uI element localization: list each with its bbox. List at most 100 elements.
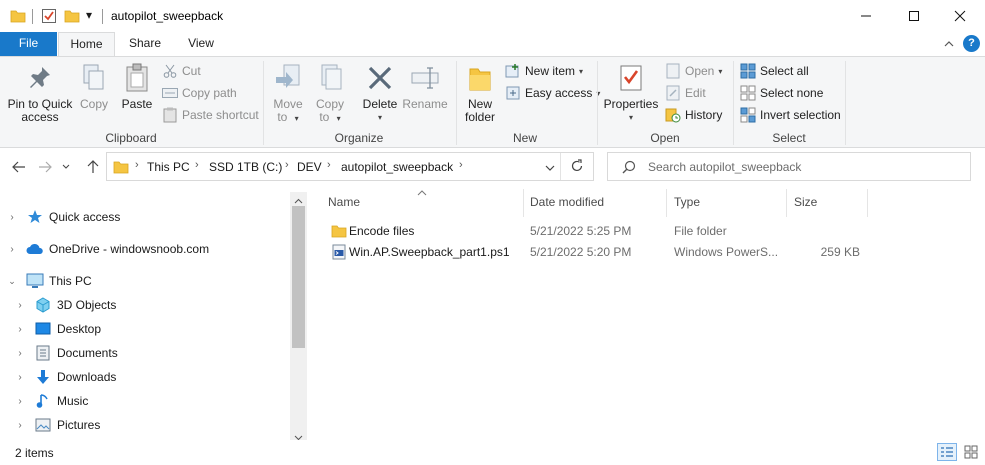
chevron-right-icon[interactable]: ›: [12, 300, 28, 311]
chevron-right-icon[interactable]: ›: [12, 324, 28, 335]
breadcrumb-dev[interactable]: DEV: [297, 160, 322, 174]
properties-button[interactable]: Properties ▾: [602, 61, 660, 124]
up-button[interactable]: [82, 157, 104, 177]
paste-shortcut-label: Paste shortcut: [182, 108, 259, 122]
pin-to-quick-access-button[interactable]: Pin to Quick access: [6, 61, 74, 124]
nav-item-desktop[interactable]: › Desktop: [12, 318, 101, 340]
column-divider[interactable]: [666, 189, 667, 217]
nav-item-music[interactable]: › Music: [12, 390, 88, 412]
breadcrumb-separator[interactable]: ›: [195, 159, 199, 171]
nav-item-this-pc[interactable]: ⌄ This PC: [4, 270, 92, 292]
breadcrumb-separator[interactable]: ›: [135, 159, 139, 171]
select-group-label: Select: [772, 131, 806, 145]
large-icons-view-button[interactable]: [961, 443, 981, 461]
tab-share[interactable]: Share: [117, 32, 173, 56]
refresh-button[interactable]: [570, 159, 584, 176]
breadcrumb-separator[interactable]: ›: [285, 159, 289, 171]
nav-item-documents[interactable]: › Documents: [12, 342, 118, 364]
caret-icon: ▾: [718, 66, 723, 76]
close-button[interactable]: [937, 0, 983, 32]
nav-item-downloads[interactable]: › Downloads: [12, 366, 116, 388]
breadcrumb-ssd[interactable]: SSD 1TB (C:): [209, 160, 282, 174]
easy-access-button[interactable]: Easy access ▾: [505, 83, 600, 103]
chevron-right-icon[interactable]: ›: [4, 244, 20, 255]
breadcrumb-this-pc[interactable]: This PC: [147, 160, 190, 174]
paste-button[interactable]: Paste: [118, 61, 156, 111]
column-header-size[interactable]: Size: [794, 195, 817, 209]
chevron-right-icon[interactable]: ›: [12, 396, 28, 407]
invert-selection-button[interactable]: Invert selection: [740, 105, 841, 125]
chevron-right-icon[interactable]: ›: [12, 348, 28, 359]
large-icons-view-icon: [964, 445, 978, 459]
status-bar: 2 items: [0, 440, 985, 465]
breadcrumb-separator[interactable]: ›: [459, 159, 463, 171]
file-row[interactable]: Win.AP.Sweepback_part1.ps1 5/21/2022 5:2…: [321, 241, 881, 263]
file-row[interactable]: Encode files 5/21/2022 5:25 PM File fold…: [321, 220, 881, 242]
column-header-date[interactable]: Date modified: [530, 195, 604, 209]
nav-scrollbar[interactable]: [290, 192, 307, 441]
refresh-icon: [571, 159, 583, 172]
open-button[interactable]: Open ▾: [665, 61, 722, 81]
recent-locations-button[interactable]: [58, 157, 74, 177]
collapse-ribbon-button[interactable]: [944, 38, 954, 52]
new-item-button[interactable]: New item ▾: [505, 61, 583, 81]
tab-file[interactable]: File: [0, 32, 57, 56]
nav-item-pictures[interactable]: › Pictures: [12, 414, 100, 436]
details-view-button[interactable]: [937, 443, 957, 461]
column-divider[interactable]: [867, 189, 868, 217]
select-none-label: Select none: [760, 86, 824, 100]
chevron-right-icon[interactable]: ›: [12, 420, 28, 431]
address-bar[interactable]: › This PC › SSD 1TB (C:) › DEV › autopil…: [106, 152, 594, 181]
copy-to-button[interactable]: Copy to ▾: [312, 61, 348, 125]
new-folder-icon[interactable]: [64, 8, 80, 27]
rename-button[interactable]: Rename: [402, 61, 448, 111]
nav-label: Downloads: [57, 370, 117, 384]
tab-home[interactable]: Home: [58, 32, 115, 57]
column-divider[interactable]: [786, 189, 787, 217]
tab-view[interactable]: View: [174, 32, 228, 56]
nav-item-quick-access[interactable]: › Quick access: [4, 206, 120, 228]
search-input[interactable]: Search autopilot_sweepback: [607, 152, 971, 181]
copy-button[interactable]: Copy: [76, 61, 112, 111]
minimize-button[interactable]: [843, 0, 889, 32]
nav-item-onedrive[interactable]: › OneDrive - windowsnoob.com: [4, 238, 209, 260]
document-icon: [34, 345, 52, 361]
new-folder-button[interactable]: New folder: [460, 61, 500, 124]
copy-to-sub: to: [319, 110, 330, 124]
select-none-button[interactable]: Select none: [740, 83, 823, 103]
column-divider[interactable]: [523, 189, 524, 217]
scrollbar-thumb[interactable]: [292, 206, 305, 348]
edit-button[interactable]: Edit: [665, 83, 706, 103]
music-icon: [34, 393, 52, 409]
delete-button[interactable]: Delete ▾: [360, 61, 400, 124]
new-group-label: New: [512, 131, 537, 145]
breadcrumb-separator[interactable]: ›: [327, 159, 331, 171]
back-button[interactable]: [8, 157, 30, 177]
help-icon[interactable]: ?: [963, 35, 980, 52]
chevron-up-icon: [944, 41, 954, 47]
chevron-down-icon[interactable]: ⌄: [4, 276, 20, 287]
new-item-label: New item: [525, 64, 576, 78]
history-button[interactable]: History: [665, 105, 722, 125]
select-all-button[interactable]: Select all: [740, 61, 809, 81]
title-separator: [102, 9, 103, 24]
cut-button[interactable]: Cut: [162, 61, 201, 81]
address-dropdown-button[interactable]: [545, 161, 555, 175]
copy-path-button[interactable]: Copy path: [162, 83, 237, 103]
details-view-icon: [941, 447, 953, 457]
forward-button[interactable]: [34, 157, 56, 177]
maximize-button[interactable]: [891, 0, 937, 32]
title-bar: ▾ autopilot_sweepback: [0, 0, 985, 32]
paste-shortcut-button[interactable]: Paste shortcut: [162, 105, 259, 125]
chevron-right-icon[interactable]: ›: [12, 372, 28, 383]
move-to-button[interactable]: Move to ▾: [270, 61, 306, 125]
column-header-type[interactable]: Type: [674, 195, 700, 209]
properties-label: Properties: [603, 97, 659, 111]
qat-dropdown[interactable]: ▾: [86, 8, 92, 22]
properties-icon[interactable]: [41, 8, 57, 27]
breadcrumb-autopilot[interactable]: autopilot_sweepback: [341, 160, 453, 174]
chevron-right-icon[interactable]: ›: [4, 212, 20, 223]
nav-item-3d-objects[interactable]: › 3D Objects: [12, 294, 116, 316]
column-header-name[interactable]: Name: [328, 195, 360, 209]
ribbon-tabs: File Home Share View ?: [0, 32, 985, 57]
